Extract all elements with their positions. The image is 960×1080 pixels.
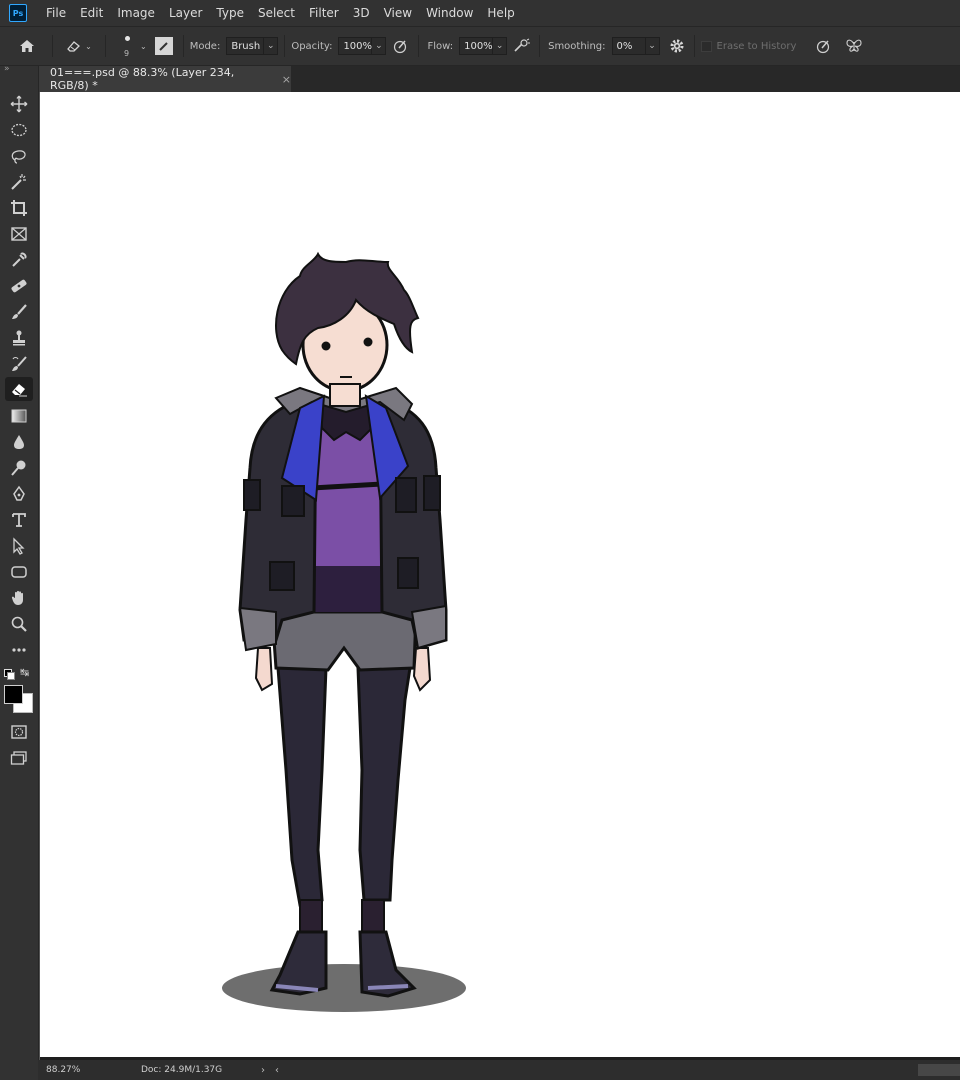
swap-colors-icon[interactable]: ↹ <box>20 666 29 679</box>
canvas[interactable] <box>40 92 960 1057</box>
options-bar: ⌄ 9 ⌄ Mode: Brush ⌄ Opacity: 100% ⌄ Flow… <box>0 27 960 66</box>
left-eye <box>321 341 331 351</box>
gear-icon[interactable] <box>660 38 694 54</box>
eraser-icon[interactable] <box>5 377 33 401</box>
type-icon[interactable] <box>5 508 33 532</box>
divider <box>284 35 286 57</box>
move-icon[interactable] <box>5 92 33 116</box>
menu-help[interactable]: Help <box>480 0 521 26</box>
magic-wand-icon[interactable] <box>5 170 33 194</box>
right-hand <box>412 647 432 692</box>
erase-to-history-checkbox[interactable] <box>700 40 712 52</box>
pressure-opacity-icon[interactable] <box>386 38 414 54</box>
blur-icon[interactable] <box>5 430 33 454</box>
clone-stamp-icon[interactable] <box>5 326 33 350</box>
ground-shadow <box>222 964 466 1012</box>
menu-window[interactable]: Window <box>419 0 480 26</box>
pressure-size-icon[interactable] <box>810 38 836 54</box>
quick-mask-icon[interactable] <box>5 720 33 744</box>
menu-edit[interactable]: Edit <box>73 0 110 26</box>
chevron-down-icon[interactable]: ⌄ <box>645 37 660 55</box>
character-illustration <box>222 251 466 1012</box>
panel-collapse-icon[interactable]: » <box>4 64 10 74</box>
healing-brush-icon[interactable] <box>5 274 33 298</box>
path-selection-icon[interactable] <box>5 534 33 558</box>
divider <box>182 35 184 57</box>
menu-select[interactable]: Select <box>251 0 302 26</box>
chevron-down-icon[interactable]: ⌄ <box>264 37 279 55</box>
left-ankle <box>299 899 323 935</box>
mode-select[interactable]: Brush <box>226 37 265 55</box>
ellipse-marquee-icon[interactable] <box>5 118 33 142</box>
default-colors-icon[interactable] <box>4 669 15 680</box>
close-icon[interactable]: × <box>282 73 291 86</box>
opacity-input[interactable]: 100% <box>338 37 373 55</box>
menu-file[interactable]: File <box>39 0 73 26</box>
right-eye <box>363 337 373 347</box>
mode-label: Mode: <box>189 40 221 52</box>
opacity-label: Opacity: <box>291 40 333 52</box>
history-brush-icon[interactable] <box>5 352 33 376</box>
menu-view[interactable]: View <box>377 0 419 26</box>
airbrush-icon[interactable] <box>507 38 537 54</box>
menu-bar: Ps File Edit Image Layer Type Select Fil… <box>0 0 960 27</box>
divider <box>693 35 695 57</box>
chevron-down-icon[interactable]: ⌄ <box>140 42 147 51</box>
chevron-down-icon[interactable]: ⌄ <box>372 37 387 55</box>
frame-icon[interactable] <box>5 222 33 246</box>
smoothing-label: Smoothing: <box>548 40 606 52</box>
zoom-level[interactable]: 88.27% <box>38 1065 126 1075</box>
menu-image[interactable]: Image <box>110 0 162 26</box>
horizontal-scrollbar[interactable] <box>918 1064 960 1076</box>
zoom-icon[interactable] <box>5 612 33 636</box>
chevron-right-icon[interactable]: › <box>261 1065 275 1076</box>
brush-settings-icon[interactable] <box>154 37 173 55</box>
lasso-icon[interactable] <box>5 144 33 168</box>
more-tools-icon[interactable] <box>5 638 33 662</box>
brush-size-picker[interactable]: 9 <box>114 29 140 63</box>
chevron-left-icon[interactable]: ‹ <box>275 1065 289 1076</box>
right-leg <box>356 666 412 902</box>
gradient-icon[interactable] <box>5 404 33 428</box>
eyedropper-icon[interactable] <box>5 248 33 272</box>
divider <box>52 35 53 57</box>
hand-icon[interactable] <box>5 586 33 610</box>
document-size-info: Doc: 24.9M/1.37G <box>141 1065 223 1075</box>
left-leg <box>276 666 328 907</box>
menu-3d[interactable]: 3D <box>346 0 377 26</box>
smoothing-input[interactable]: 0% <box>611 37 646 55</box>
divider <box>105 35 106 57</box>
document-tab[interactable]: 01===.psd @ 88.3% (Layer 234, RGB/8) * × <box>39 66 291 92</box>
foreground-color-swatch[interactable] <box>4 685 23 704</box>
dodge-icon[interactable] <box>5 456 33 480</box>
eraser-preset-icon[interactable]: ⌄ <box>61 39 97 53</box>
rectangle-icon[interactable] <box>5 560 33 584</box>
divider <box>418 35 420 57</box>
shorts <box>270 610 418 672</box>
menu-layer[interactable]: Layer <box>162 0 209 26</box>
crop-icon[interactable] <box>5 196 33 220</box>
menu-type[interactable]: Type <box>209 0 251 26</box>
right-ankle <box>361 899 385 935</box>
erase-to-history-label: Erase to History <box>716 40 797 52</box>
document-tab-title: 01===.psd @ 88.3% (Layer 234, RGB/8) * <box>50 66 235 92</box>
tools-panel: » ↹ <box>0 64 39 1080</box>
left-hand <box>254 647 274 692</box>
brush-size-value: 9 <box>124 49 130 58</box>
menu-filter[interactable]: Filter <box>302 0 346 26</box>
flow-label: Flow: <box>427 40 454 52</box>
chevron-down-icon[interactable]: ⌄ <box>493 37 508 55</box>
symmetry-butterfly-icon[interactable] <box>840 38 868 54</box>
pen-icon[interactable] <box>5 482 33 506</box>
photoshop-logo: Ps <box>9 4 27 22</box>
divider <box>539 35 541 57</box>
brush-icon[interactable] <box>5 300 33 324</box>
flow-input[interactable]: 100% <box>459 37 494 55</box>
document-tab-bar: 01===.psd @ 88.3% (Layer 234, RGB/8) * × <box>39 66 960 92</box>
home-icon[interactable] <box>10 38 44 54</box>
brush-tip-dot-icon <box>125 36 130 41</box>
status-bar: 88.27% Doc: 24.9M/1.37G › ‹ <box>38 1060 960 1080</box>
screen-mode-icon[interactable] <box>5 746 33 770</box>
